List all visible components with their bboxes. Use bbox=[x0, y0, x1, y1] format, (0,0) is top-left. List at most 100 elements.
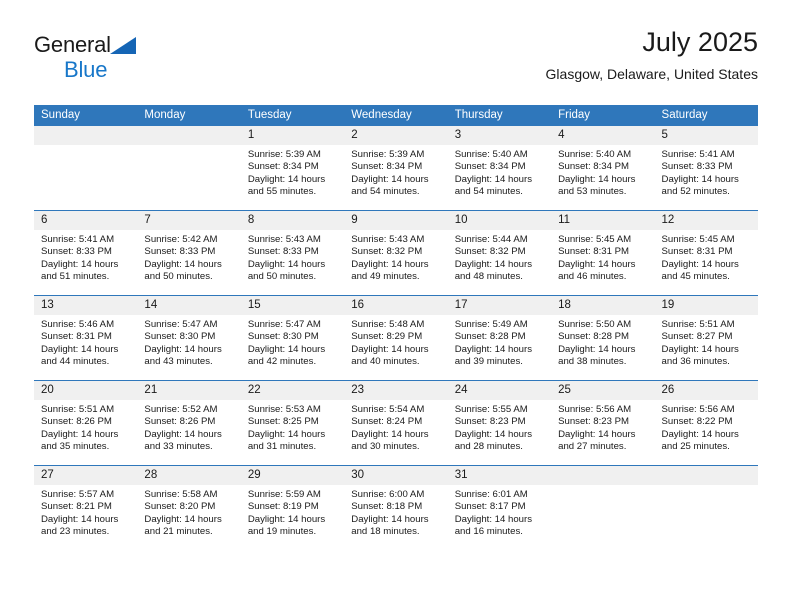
sunrise-text: Sunrise: 5:43 AM bbox=[351, 234, 425, 245]
calendar-day-cell[interactable]: 26 Sunrise: 5:56 AM Sunset: 8:22 PM Dayligh… bbox=[654, 380, 758, 466]
daylight-text-line2: and 18 minutes. bbox=[351, 526, 420, 538]
calendar-day-cell[interactable]: 7 Sunrise: 5:42 AM Sunset: 8:33 PM Daylight… bbox=[137, 210, 241, 296]
sunset-text: Sunset: 8:31 PM bbox=[41, 331, 112, 343]
day-number: 23 bbox=[344, 381, 448, 400]
calendar-day-cell[interactable]: 13 Sunrise: 5:46 AM Sunset: 8:31 PM Dayligh… bbox=[34, 295, 138, 381]
calendar-day-cell[interactable]: 17 Sunrise: 5:49 AM Sunset: 8:28 PM Dayligh… bbox=[447, 295, 552, 381]
daylight-text-line1: Daylight: 14 hours bbox=[558, 173, 636, 185]
day-details: Sunrise: 5:47 AM Sunset: 8:30 PM Daylight:… bbox=[241, 315, 344, 369]
calendar-day-cell[interactable]: 18 Sunrise: 5:50 AM Sunset: 8:28 PM Dayligh… bbox=[551, 295, 655, 381]
calendar-day-cell[interactable]: 10 Sunrise: 5:44 AM Sunset: 8:32 PM Dayligh… bbox=[447, 210, 552, 296]
calendar-day-cell[interactable]: 24 Sunrise: 5:55 AM Sunset: 8:23 PM Dayligh… bbox=[447, 380, 552, 466]
day-cell-inner: 2 Sunrise: 5:39 AM Sunset: 8:34 PM Daylight… bbox=[344, 126, 448, 210]
sunrise-text: Sunrise: 5:47 AM bbox=[144, 319, 218, 330]
sunset-text: Sunset: 8:32 PM bbox=[454, 246, 526, 258]
daylight-text-line1: Daylight: 14 hours bbox=[351, 428, 429, 440]
day-cell-inner: 6 Sunrise: 5:41 AM Sunset: 8:33 PM Daylight… bbox=[34, 211, 138, 295]
daylight-text-line1: Daylight: 14 hours bbox=[351, 258, 429, 270]
day-details: Sunrise: 5:39 AM Sunset: 8:34 PM Daylight:… bbox=[241, 145, 344, 199]
daylight-text-line1: Daylight: 14 hours bbox=[247, 343, 326, 355]
daylight-text-line1: Daylight: 14 hours bbox=[661, 428, 739, 440]
daylight-text-line2: and 39 minutes. bbox=[454, 356, 523, 368]
sunrise-text: Sunrise: 5:46 AM bbox=[41, 319, 115, 330]
calendar-table: Sunday Monday Tuesday Wednesday Thursday… bbox=[34, 105, 758, 550]
day-cell-inner: 3 Sunrise: 5:40 AM Sunset: 8:34 PM Daylight… bbox=[447, 126, 552, 210]
sunset-text: Sunset: 8:34 PM bbox=[247, 161, 319, 173]
daylight-text-line2: and 23 minutes. bbox=[41, 526, 110, 538]
calendar-day-cell[interactable]: 30 Sunrise: 6:00 AM Sunset: 8:18 PM Dayligh… bbox=[344, 465, 448, 550]
calendar-day-cell[interactable]: 21 Sunrise: 5:52 AM Sunset: 8:26 PM Dayligh… bbox=[137, 380, 241, 466]
daylight-text-line1: Daylight: 14 hours bbox=[144, 343, 222, 355]
calendar-day-cell[interactable]: 19 Sunrise: 5:51 AM Sunset: 8:27 PM Dayligh… bbox=[654, 295, 758, 381]
calendar-day-cell[interactable]: 28 Sunrise: 5:58 AM Sunset: 8:20 PM Dayligh… bbox=[137, 465, 241, 550]
day-number: 12 bbox=[654, 211, 758, 230]
calendar-day-cell[interactable]: 31 Sunrise: 6:01 AM Sunset: 8:17 PM Dayligh… bbox=[447, 465, 552, 550]
daylight-text-line2: and 27 minutes. bbox=[558, 441, 627, 453]
daylight-text-line1: Daylight: 14 hours bbox=[41, 428, 119, 440]
generalblue-logo[interactable]: General Blue bbox=[34, 34, 274, 92]
calendar-day-cell[interactable]: 9 Sunrise: 5:43 AM Sunset: 8:32 PM Daylight… bbox=[344, 210, 448, 296]
calendar-day-cell[interactable]: 16 Sunrise: 5:48 AM Sunset: 8:29 PM Dayligh… bbox=[344, 295, 448, 381]
day-number bbox=[137, 126, 241, 145]
day-cell-inner: 5 Sunrise: 5:41 AM Sunset: 8:33 PM Daylight… bbox=[654, 126, 758, 210]
day-number: 18 bbox=[551, 296, 655, 315]
sunrise-text: Sunrise: 5:44 AM bbox=[454, 234, 528, 245]
daylight-text-line2: and 25 minutes. bbox=[661, 441, 730, 453]
daylight-text-line2: and 30 minutes. bbox=[351, 441, 420, 453]
sunrise-text: Sunrise: 5:59 AM bbox=[247, 489, 321, 500]
weekday-header-saturday: Saturday bbox=[654, 105, 758, 126]
daylight-text-line2: and 33 minutes. bbox=[144, 441, 213, 453]
sunrise-text: Sunrise: 5:56 AM bbox=[558, 404, 632, 415]
sunset-text: Sunset: 8:21 PM bbox=[41, 501, 112, 513]
day-details: Sunrise: 5:46 AM Sunset: 8:31 PM Daylight:… bbox=[34, 315, 137, 369]
daylight-text-line2: and 16 minutes. bbox=[454, 526, 523, 538]
calendar-day-cell[interactable]: 25 Sunrise: 5:56 AM Sunset: 8:23 PM Dayligh… bbox=[551, 380, 655, 466]
day-details: Sunrise: 5:43 AM Sunset: 8:32 PM Daylight:… bbox=[344, 230, 447, 284]
calendar-day-cell[interactable]: 6 Sunrise: 5:41 AM Sunset: 8:33 PM Daylight… bbox=[34, 210, 138, 296]
calendar-day-cell[interactable]: 14 Sunrise: 5:47 AM Sunset: 8:30 PM Dayligh… bbox=[137, 295, 241, 381]
calendar-day-cell[interactable]: 22 Sunrise: 5:53 AM Sunset: 8:25 PM Dayligh… bbox=[240, 380, 345, 466]
day-cell-inner bbox=[137, 126, 241, 210]
sunrise-text: Sunrise: 5:41 AM bbox=[661, 149, 735, 160]
day-number: 26 bbox=[654, 381, 758, 400]
day-cell-inner: 31 Sunrise: 6:01 AM Sunset: 8:17 PM Dayligh… bbox=[447, 466, 552, 550]
calendar-day-cell[interactable]: 23 Sunrise: 5:54 AM Sunset: 8:24 PM Dayligh… bbox=[344, 380, 448, 466]
daylight-text-line2: and 45 minutes. bbox=[661, 271, 730, 283]
daylight-text-line1: Daylight: 14 hours bbox=[41, 513, 119, 525]
day-details: Sunrise: 5:56 AM Sunset: 8:22 PM Daylight:… bbox=[655, 400, 758, 454]
calendar-day-cell[interactable]: 5 Sunrise: 5:41 AM Sunset: 8:33 PM Daylight… bbox=[654, 126, 758, 211]
page-subtitle: Glasgow, Delaware, United States bbox=[545, 66, 758, 83]
logo-text-general: General bbox=[34, 32, 111, 57]
daylight-text-line1: Daylight: 14 hours bbox=[454, 173, 533, 185]
weekday-header-wednesday: Wednesday bbox=[344, 105, 448, 126]
weekday-header-friday: Friday bbox=[551, 105, 655, 126]
sunset-text: Sunset: 8:23 PM bbox=[558, 416, 630, 428]
calendar-day-cell[interactable]: 2 Sunrise: 5:39 AM Sunset: 8:34 PM Daylight… bbox=[344, 126, 448, 211]
calendar-day-cell[interactable]: 20 Sunrise: 5:51 AM Sunset: 8:26 PM Dayligh… bbox=[34, 380, 138, 466]
sunrise-text: Sunrise: 5:45 AM bbox=[558, 234, 632, 245]
daylight-text-line1: Daylight: 14 hours bbox=[454, 343, 533, 355]
calendar-day-cell[interactable]: 27 Sunrise: 5:57 AM Sunset: 8:21 PM Dayligh… bbox=[34, 465, 138, 550]
calendar-day-cell[interactable]: 3 Sunrise: 5:40 AM Sunset: 8:34 PM Daylight… bbox=[447, 126, 552, 211]
calendar-day-cell[interactable]: 8 Sunrise: 5:43 AM Sunset: 8:33 PM Daylight… bbox=[240, 210, 345, 296]
daylight-text-line1: Daylight: 14 hours bbox=[144, 428, 222, 440]
calendar-day-cell[interactable]: 15 Sunrise: 5:47 AM Sunset: 8:30 PM Dayligh… bbox=[240, 295, 345, 381]
sunrise-text: Sunrise: 6:01 AM bbox=[454, 489, 528, 500]
calendar-day-cell[interactable]: 1 Sunrise: 5:39 AM Sunset: 8:34 PM Daylight… bbox=[240, 126, 345, 211]
day-number: 19 bbox=[654, 296, 758, 315]
calendar-day-cell[interactable]: 11 Sunrise: 5:45 AM Sunset: 8:31 PM Dayligh… bbox=[551, 210, 655, 296]
day-cell-inner: 4 Sunrise: 5:40 AM Sunset: 8:34 PM Daylight… bbox=[551, 126, 655, 210]
day-cell-inner: 8 Sunrise: 5:43 AM Sunset: 8:33 PM Daylight… bbox=[240, 211, 345, 295]
day-cell-inner: 16 Sunrise: 5:48 AM Sunset: 8:29 PM Dayligh… bbox=[344, 296, 448, 380]
calendar-day-cell[interactable]: 29 Sunrise: 5:59 AM Sunset: 8:19 PM Dayligh… bbox=[240, 465, 345, 550]
day-details: Sunrise: 5:42 AM Sunset: 8:33 PM Daylight:… bbox=[137, 230, 240, 284]
day-number: 16 bbox=[344, 296, 448, 315]
day-number: 17 bbox=[447, 296, 552, 315]
sunrise-text: Sunrise: 6:00 AM bbox=[351, 489, 425, 500]
day-number: 11 bbox=[551, 211, 655, 230]
day-details: Sunrise: 5:47 AM Sunset: 8:30 PM Daylight:… bbox=[137, 315, 240, 369]
calendar-day-cell[interactable]: 4 Sunrise: 5:40 AM Sunset: 8:34 PM Daylight… bbox=[551, 126, 655, 211]
day-details: Sunrise: 5:56 AM Sunset: 8:23 PM Daylight:… bbox=[551, 400, 654, 454]
day-cell-inner: 1 Sunrise: 5:39 AM Sunset: 8:34 PM Daylight… bbox=[240, 126, 345, 210]
calendar-day-cell[interactable]: 12 Sunrise: 5:45 AM Sunset: 8:31 PM Dayligh… bbox=[654, 210, 758, 296]
